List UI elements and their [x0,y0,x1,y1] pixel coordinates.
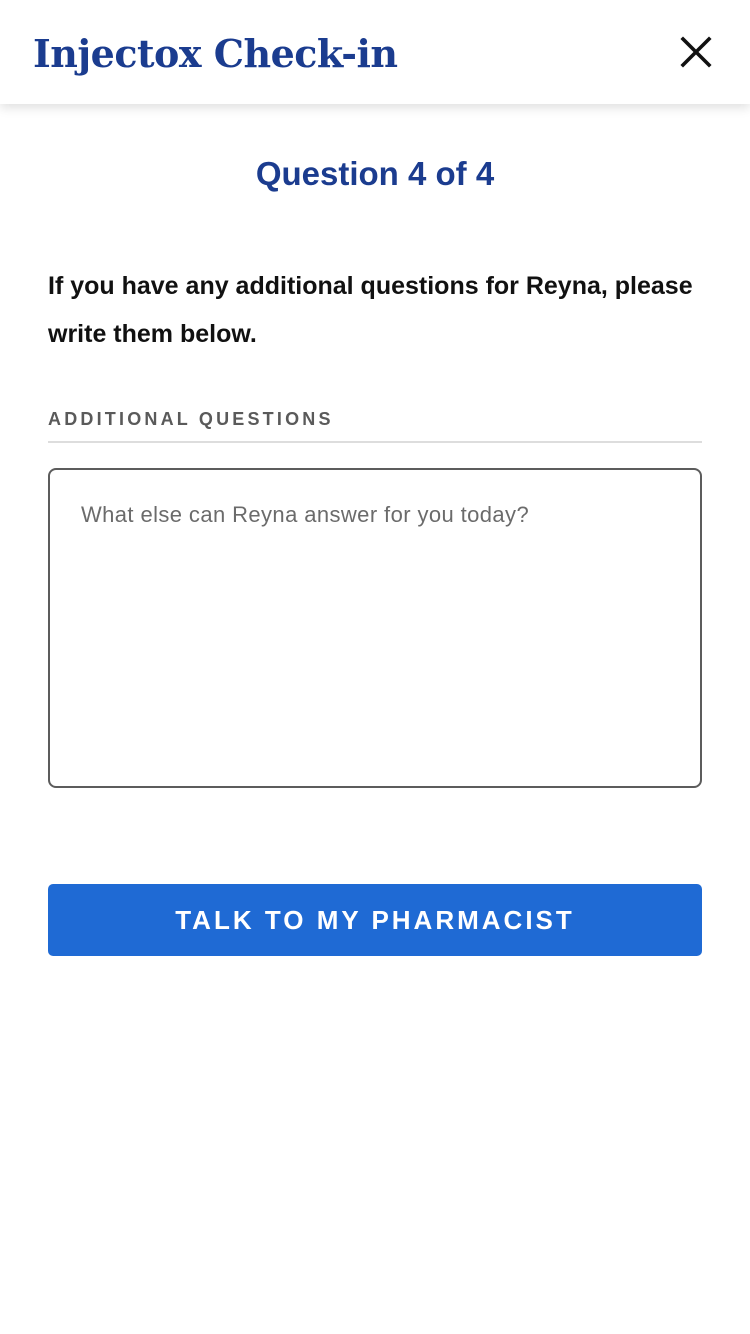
label-divider [48,441,702,443]
additional-questions-label: ADDITIONAL QUESTIONS [48,409,334,429]
question-counter: Question 4 of 4 [255,155,495,192]
app-title: Injectox Check-in [33,31,398,76]
question-content: Question 4 of 4 If you have any addition… [0,104,750,1334]
app-header: Injectox Check-in [0,0,750,104]
close-icon [680,36,712,68]
question-prompt: If you have any additional questions for… [48,272,693,348]
talk-to-pharmacist-button[interactable]: TALK TO MY PHARMACIST [48,884,702,956]
additional-questions-input[interactable] [48,468,702,788]
close-button[interactable] [674,30,718,74]
